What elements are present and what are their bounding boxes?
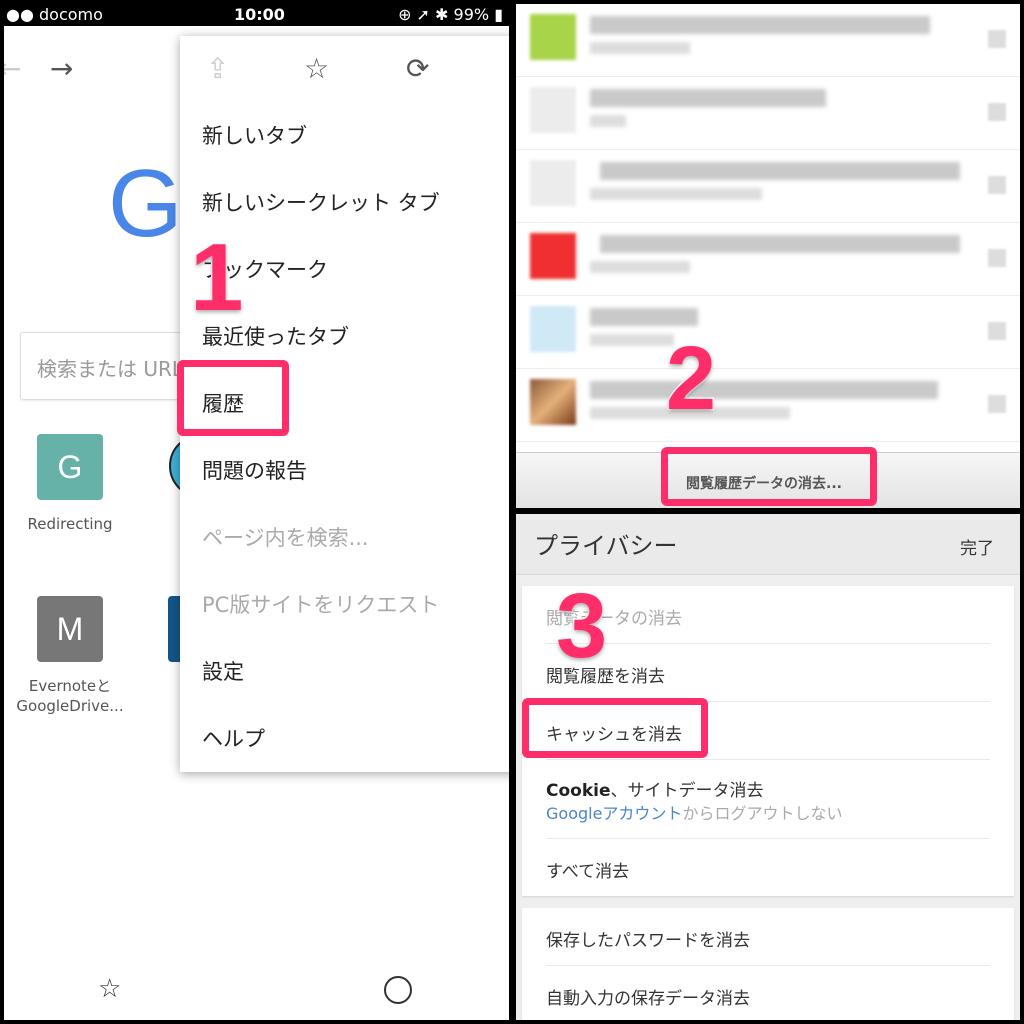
- clock: 10:00: [234, 5, 285, 24]
- remove-entry-icon[interactable]: [988, 30, 1006, 48]
- share-icon[interactable]: ⇪: [206, 52, 229, 85]
- favicon: [530, 14, 576, 60]
- favicon: [530, 160, 576, 206]
- cookie-label: Cookie: [546, 781, 611, 801]
- entry-title-blurred: [590, 16, 930, 34]
- menu-item-help[interactable]: ヘルプ: [202, 723, 265, 753]
- item-label: Cookie、サイトデータ消去: [546, 776, 764, 801]
- cookie-label-rest: 、サイトデータ消去: [610, 781, 764, 801]
- item-label: 自動入力の保存データ消去: [546, 989, 750, 1009]
- highlight-clear-cache: [522, 698, 708, 758]
- step-number-3: 3: [554, 575, 608, 677]
- entry-title-blurred: [590, 89, 826, 107]
- most-visited-tile[interactable]: M Evernoteと GoogleDrive...: [5, 596, 135, 716]
- privacy-settings-panel: プライバシー 完了 閲覧データの消去 閲覧履歴を消去 キャッシュを消去 Cook…: [516, 514, 1020, 1020]
- history-clock-icon[interactable]: [384, 976, 412, 1004]
- highlight-clear-browsing-data: [661, 447, 877, 506]
- history-entry[interactable]: [516, 223, 1020, 296]
- menu-item-new-tab[interactable]: 新しいタブ: [202, 120, 307, 150]
- clear-saved-passwords-item[interactable]: 保存したパスワードを消去: [546, 908, 990, 966]
- carrier-label: ●● docomo: [6, 5, 103, 24]
- status-bar: ●● docomo 10:00 ⊕ ➚ ✱ 99% ▮: [4, 4, 509, 26]
- entry-url-blurred: [590, 188, 762, 200]
- clear-history-item[interactable]: 閲覧履歴を消去: [546, 644, 990, 702]
- item-label: 保存したパスワードを消去: [546, 931, 750, 951]
- search-placeholder: 検索または URL: [37, 357, 184, 381]
- sublabel-rest: からログアウトしない: [682, 804, 843, 823]
- tile-icon: M: [37, 596, 103, 662]
- bookmarks-star-icon[interactable]: ☆: [98, 974, 121, 1004]
- menu-item-request-desktop-site: PC版サイトをリクエスト: [202, 593, 440, 617]
- google-account-link[interactable]: Googleアカウント: [546, 804, 682, 823]
- favicon: [530, 233, 576, 279]
- menu-item-find-in-page: ページ内を検索...: [202, 526, 369, 550]
- remove-entry-icon[interactable]: [988, 176, 1006, 194]
- favicon: [530, 87, 576, 133]
- remove-entry-icon[interactable]: [988, 322, 1006, 340]
- favicon: [530, 306, 576, 352]
- step-number-2: 2: [664, 329, 717, 429]
- entry-url-blurred: [590, 261, 690, 273]
- entry-title-blurred: [590, 381, 938, 399]
- entry-url-blurred: [590, 334, 674, 346]
- clear-cookies-item[interactable]: Cookie、サイトデータ消去 Googleアカウントからログアウトしない: [546, 760, 990, 839]
- entry-title-blurred: [600, 162, 960, 180]
- saved-data-card: 保存したパスワードを消去 自動入力の保存データ消去: [522, 908, 1014, 1020]
- highlight-history: [177, 360, 289, 436]
- google-logo: G: [108, 150, 183, 257]
- history-entry[interactable]: [516, 369, 1020, 442]
- entry-url-blurred: [590, 115, 626, 127]
- favicon: [530, 379, 576, 425]
- tile-label: Evernoteと GoogleDrive...: [16, 677, 124, 715]
- reload-icon[interactable]: ⟳: [406, 52, 429, 85]
- done-button[interactable]: 完了: [960, 534, 994, 559]
- page-title: プライバシー: [534, 532, 678, 560]
- history-entry[interactable]: [516, 77, 1020, 150]
- tile-label: Redirecting: [27, 515, 113, 533]
- entry-title-blurred: [590, 308, 698, 326]
- history-entry[interactable]: [516, 150, 1020, 223]
- menu-toolbar: ⇪ ☆ ⟳: [180, 36, 509, 106]
- clear-all-item[interactable]: すべて消去: [546, 839, 990, 896]
- most-visited-tile[interactable]: G Redirecting: [5, 434, 135, 534]
- item-label: すべて消去: [546, 862, 630, 882]
- menu-item-report-issue[interactable]: 問題の報告: [202, 455, 307, 485]
- back-icon[interactable]: ←: [4, 52, 21, 85]
- history-panel: 閲覧履歴データの消去... 2: [516, 4, 1020, 508]
- history-entry[interactable]: [516, 296, 1020, 369]
- status-indicators: ⊕ ➚ ✱ 99% ▮: [398, 5, 503, 24]
- privacy-header: プライバシー 完了: [516, 514, 1020, 575]
- item-sublabel: Googleアカウントからログアウトしない: [546, 800, 842, 824]
- menu-item-new-incognito-tab[interactable]: 新しいシークレット タブ: [202, 187, 440, 217]
- entry-url-blurred: [590, 42, 690, 54]
- tile-icon: G: [37, 434, 103, 500]
- entry-title-blurred: [600, 235, 960, 253]
- clear-browsing-data-header: 閲覧データの消去: [546, 586, 990, 644]
- history-entry[interactable]: [516, 4, 1020, 77]
- remove-entry-icon[interactable]: [988, 395, 1006, 413]
- menu-item-settings[interactable]: 設定: [202, 656, 244, 686]
- step-number-1: 1: [188, 224, 244, 331]
- remove-entry-icon[interactable]: [988, 103, 1006, 121]
- bookmark-star-icon[interactable]: ☆: [304, 52, 329, 85]
- forward-icon[interactable]: →: [50, 52, 73, 85]
- clear-autofill-item[interactable]: 自動入力の保存データ消去: [546, 966, 990, 1020]
- remove-entry-icon[interactable]: [988, 249, 1006, 267]
- chrome-new-tab-panel: ●● docomo 10:00 ⊕ ➚ ✱ 99% ▮ ← → G 検索または …: [4, 4, 509, 1020]
